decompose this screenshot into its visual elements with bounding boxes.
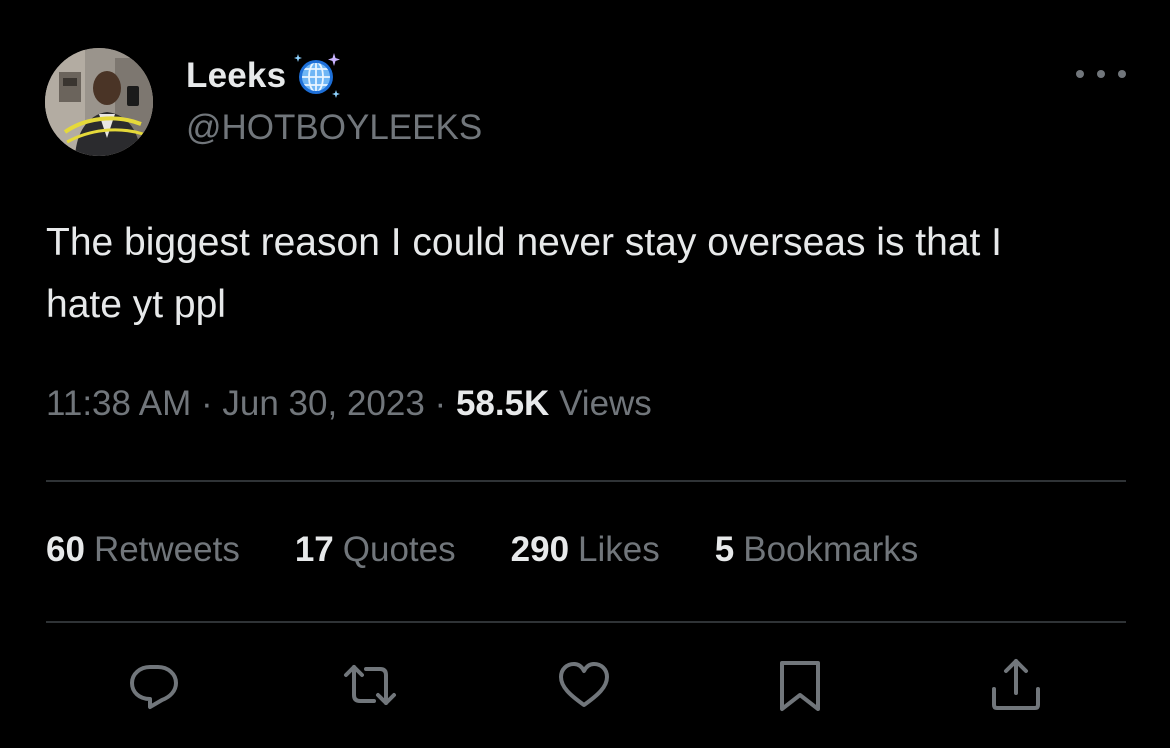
- quotes-count: 17: [294, 530, 334, 569]
- retweets-label: Retweets: [93, 530, 240, 569]
- likes-label: Likes: [578, 530, 660, 569]
- likes-count: 290: [510, 530, 570, 569]
- engagement-stats: 60 Retweets 17 Quotes 290 Likes 5 Bookma…: [46, 530, 918, 570]
- like-icon: [559, 662, 609, 707]
- share-icon: [992, 659, 1040, 710]
- retweet-icon: [344, 665, 396, 705]
- quotes-stat[interactable]: 17 Quotes: [295, 530, 456, 570]
- retweets-count: 60: [46, 530, 85, 569]
- bookmark-icon: [780, 661, 820, 711]
- avatar[interactable]: [45, 48, 153, 156]
- bookmarks-count: 5: [714, 530, 735, 569]
- more-dot-icon: [1118, 70, 1126, 78]
- bookmarks-stat[interactable]: 5 Bookmarks: [715, 530, 919, 570]
- more-options-button[interactable]: [1076, 60, 1126, 88]
- handle[interactable]: @HOTBOYLEEKS: [186, 108, 482, 148]
- bookmarks-label: Bookmarks: [743, 530, 919, 569]
- tweet-detail: Leeks @HOTBOYLEEKS The biggest reason I …: [0, 0, 1170, 748]
- retweets-stat[interactable]: 60 Retweets: [46, 530, 240, 570]
- more-dot-icon: [1076, 70, 1084, 78]
- reply-button[interactable]: [126, 657, 182, 713]
- globe-icon: [294, 53, 341, 98]
- meta-separator: ·: [201, 384, 213, 423]
- views-label: Views: [559, 384, 652, 423]
- quotes-label: Quotes: [342, 530, 456, 569]
- reply-icon: [130, 665, 178, 709]
- tweet-date[interactable]: Jun 30, 2023: [222, 384, 424, 423]
- share-button[interactable]: [988, 657, 1044, 713]
- like-button[interactable]: [556, 657, 612, 713]
- retweet-button[interactable]: [342, 657, 398, 713]
- more-dot-icon: [1097, 70, 1105, 78]
- views-count: 58.5K: [455, 384, 550, 423]
- display-name[interactable]: Leeks: [186, 56, 286, 96]
- bookmark-button[interactable]: [772, 657, 828, 713]
- tweet-time[interactable]: 11:38 AM: [46, 384, 191, 423]
- author-name-row[interactable]: Leeks: [186, 53, 344, 98]
- likes-stat[interactable]: 290 Likes: [511, 530, 660, 570]
- tweet-meta: 11:38 AM · Jun 30, 2023 · 58.5K Views: [46, 384, 652, 424]
- profile-photo: [45, 48, 153, 156]
- tweet-text: The biggest reason I could never stay ov…: [46, 221, 1003, 326]
- divider: [46, 621, 1126, 623]
- divider: [46, 480, 1126, 482]
- meta-separator: ·: [434, 384, 447, 423]
